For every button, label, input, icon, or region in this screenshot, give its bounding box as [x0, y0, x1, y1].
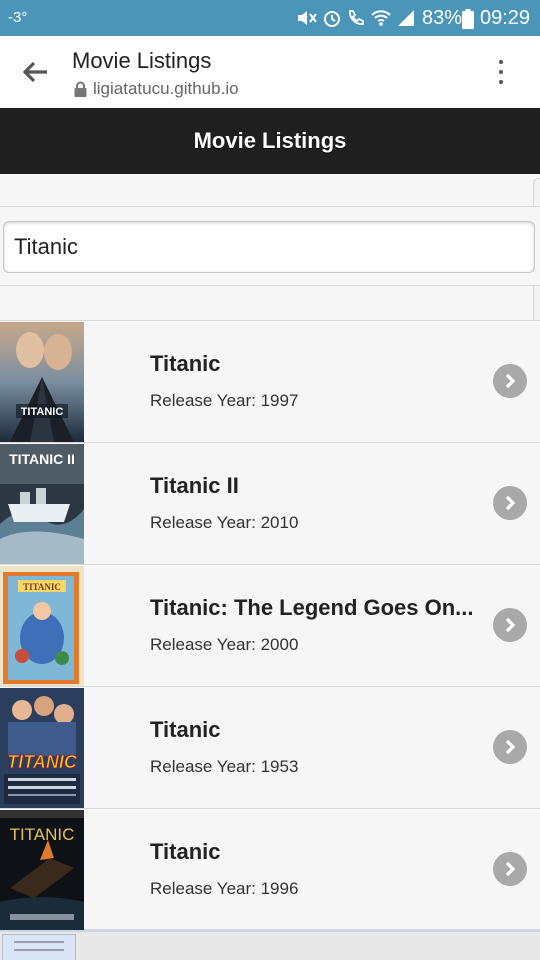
mute-icon	[298, 11, 317, 25]
url-text: ligiatatucu.github.io	[93, 79, 239, 98]
poster-title: TITANIC II	[9, 451, 75, 467]
browser-page-title: Movie Listings	[72, 48, 212, 73]
movie-poster: TITANIC II	[0, 444, 84, 564]
app-header: Movie Listings	[0, 108, 540, 174]
poster-title: TITANIC	[23, 582, 61, 592]
call-icon	[349, 10, 364, 25]
chevron-right-icon[interactable]	[493, 608, 527, 642]
signal-icon	[398, 10, 414, 26]
movie-release-year: Release Year: 1953	[150, 757, 299, 776]
lock-icon	[74, 81, 87, 97]
list-item[interactable]: TITANIC Titanic Release Year: 1997	[0, 320, 540, 442]
chevron-right-icon[interactable]	[493, 486, 527, 520]
movie-poster: TITANIC	[0, 810, 84, 930]
status-bar: -3° 83% 09:29	[0, 0, 540, 36]
movie-title: Titanic II	[150, 473, 239, 498]
movie-title: Titanic	[150, 351, 221, 376]
list-item[interactable]: TITANIC II Titanic II Release Year: 2010	[0, 442, 540, 564]
more-options-button[interactable]	[488, 56, 514, 88]
movie-title: Titanic	[150, 717, 221, 742]
arrow-left-icon	[23, 61, 47, 83]
movie-release-year: Release Year: 1996	[150, 879, 299, 898]
movie-release-year: Release Year: 1997	[150, 391, 299, 410]
movie-poster: TITANIC	[0, 566, 84, 686]
movie-poster: TITANIC	[0, 322, 84, 442]
chevron-right-icon[interactable]	[493, 364, 527, 398]
search-input[interactable]	[3, 221, 535, 273]
battery-percent: 83%	[422, 7, 463, 29]
back-button[interactable]	[18, 54, 54, 90]
list-item[interactable]: TITANIC Titanic Release Year: 1996	[0, 808, 540, 930]
clock-time: 09:29	[480, 7, 531, 29]
alarm-icon	[324, 11, 340, 27]
movie-poster: TITANIC	[0, 688, 84, 808]
search-bar	[0, 206, 540, 286]
chevron-right-icon[interactable]	[493, 852, 527, 886]
poster-title: TITANIC	[10, 825, 75, 844]
movie-release-year: Release Year: 2000	[150, 635, 299, 654]
list-item[interactable]: TITANIC Titanic Release Year: 1953	[0, 686, 540, 808]
wifi-icon	[371, 10, 391, 26]
movie-title: Titanic	[150, 839, 221, 864]
movie-list: TITANIC Titanic Release Year: 1997 TITAN…	[0, 320, 540, 930]
bottom-preview-strip	[0, 930, 540, 960]
poster-title: TITANIC	[7, 752, 78, 772]
browser-bar: Movie Listings ligiatatucu.github.io	[0, 36, 540, 108]
thumbnail-image[interactable]	[2, 934, 76, 960]
app-title: Movie Listings	[193, 128, 347, 153]
more-vert-icon	[499, 60, 503, 64]
status-icons	[296, 6, 416, 30]
list-item[interactable]: TITANIC Titanic: The Legend Goes On... R…	[0, 564, 540, 686]
movie-title: Titanic: The Legend Goes On...	[150, 595, 474, 620]
movie-release-year: Release Year: 2010	[150, 513, 299, 532]
poster-title: TITANIC	[21, 406, 64, 418]
chevron-right-icon[interactable]	[493, 730, 527, 764]
browser-url[interactable]: ligiatatucu.github.io	[74, 79, 239, 99]
temperature-text: -3°	[8, 9, 28, 26]
battery-icon	[462, 9, 474, 29]
